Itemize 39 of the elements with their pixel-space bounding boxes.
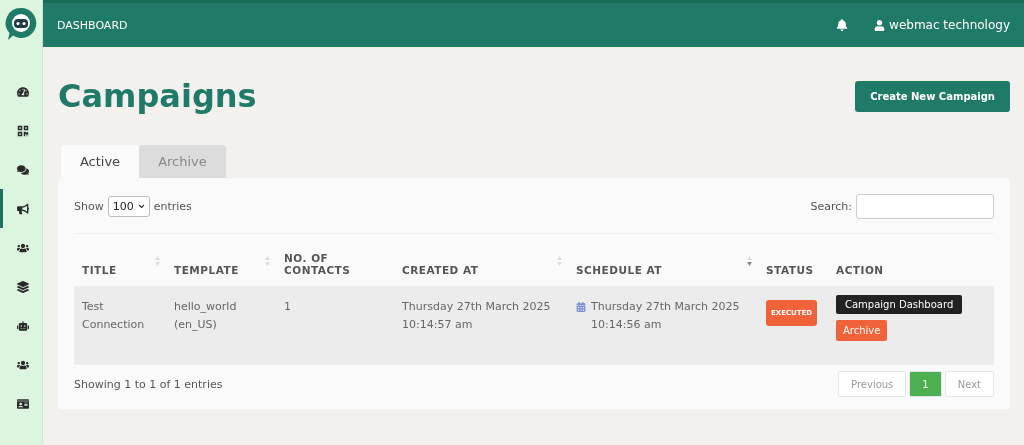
gauge-icon	[16, 85, 29, 98]
page-size-select[interactable]: 100	[107, 196, 150, 217]
users-icon	[16, 241, 29, 254]
table-cell-text: Thursday 27th March 2025 10:14:56 am	[591, 299, 741, 333]
search-label: Search:	[810, 200, 852, 213]
robot-icon	[16, 319, 29, 332]
column-header[interactable]: TITLE	[82, 264, 117, 276]
column-header: STATUS	[766, 264, 814, 276]
user-menu[interactable]: webmac technology	[874, 18, 1010, 32]
entries-info: Showing 1 to 1 of 1 entries	[74, 377, 223, 391]
tab[interactable]: Active	[61, 145, 139, 178]
create-campaign-button[interactable]: Create New Campaign	[855, 80, 1010, 112]
header-title: DASHBOARD	[57, 18, 129, 32]
users-icon	[16, 358, 29, 371]
column-header[interactable]: CREATED AT	[402, 264, 479, 276]
chevron-down-icon	[137, 204, 145, 209]
bell-icon[interactable]	[836, 19, 849, 31]
table-cell: 1	[284, 300, 291, 313]
campaign-dashboard-button[interactable]: Campaign Dashboard	[836, 295, 963, 314]
chat-bubbles-icon	[16, 163, 29, 176]
chat-bot-logo	[5, 6, 37, 41]
table-cell: Test Connection	[82, 300, 145, 331]
layers-icon	[16, 280, 29, 293]
column-header: ACTION	[836, 264, 884, 276]
calendar-icon	[576, 302, 586, 312]
entries-label: entries	[153, 200, 192, 213]
table-cell: hello_world (en_US)	[174, 300, 237, 331]
table-cell: Thursday 27th March 2025 10:14:57 am	[402, 300, 551, 331]
page-title: Campaigns	[58, 77, 257, 115]
show-label: Show	[74, 200, 104, 213]
megaphone-icon	[16, 202, 29, 215]
search-field[interactable]	[856, 194, 994, 219]
column-header: NO. OF CONTACTS	[284, 252, 352, 276]
user-icon	[874, 19, 886, 31]
qr-code-icon	[16, 124, 29, 137]
sort-descending-icon[interactable]	[747, 256, 752, 266]
id-card-icon	[16, 397, 29, 410]
column-header[interactable]: SCHEDULE AT	[576, 264, 662, 276]
column-header[interactable]: TEMPLATE	[174, 264, 239, 276]
